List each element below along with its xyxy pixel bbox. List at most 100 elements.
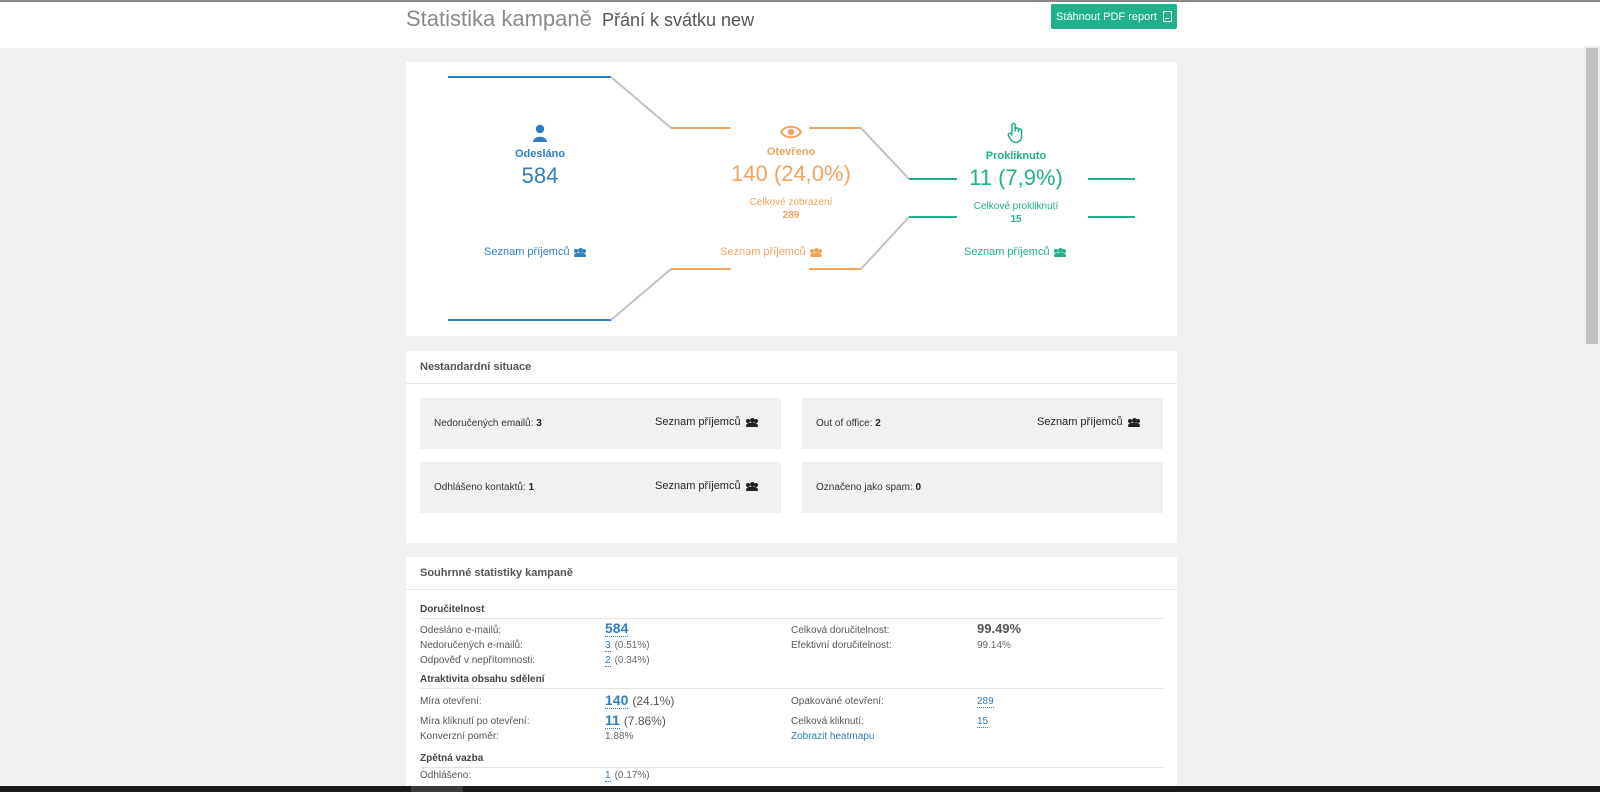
spam-value: 0: [915, 482, 922, 493]
undelivered-box: Nedoručených emailů: 3 Seznam příjemců: [420, 398, 781, 449]
out-of-office-recipients-link[interactable]: Seznam příjemců: [1037, 416, 1140, 428]
horizontal-scrollbar[interactable]: [0, 786, 1600, 792]
summary-title: Souhrnné statistiky kampaně: [406, 557, 1177, 590]
page-header: Statistika kampaně Přání k svátku new St…: [0, 2, 1600, 48]
open-rate-link[interactable]: 140: [605, 692, 629, 709]
sent-recipients-label: Seznam příjemců: [484, 246, 570, 258]
spam-stat: Označeno jako spam: 0: [816, 482, 921, 493]
campaign-name: Přání k svátku new: [602, 10, 755, 30]
unsubscribed-label: Odhlášeno kontaktů:: [434, 482, 526, 493]
funnel-clicked: Prokliknuto 11 (7,9%) Celkové prokliknut…: [936, 122, 1096, 225]
funnel-opened: Otevřeno 140 (24,0%) Celkové zobrazení 2…: [691, 124, 891, 221]
horizontal-scrollbar-thumb[interactable]: [411, 786, 463, 792]
funnel-panel: Odesláno 584 Otevřeno 140 (24,0%) Celkov…: [406, 62, 1177, 336]
users-group-icon: [745, 417, 758, 427]
absence-reply-value: 2 (0.34%): [605, 655, 650, 667]
out-of-office-recipients-label: Seznam příjemců: [1037, 416, 1123, 428]
unsubscribed-stat: Odhlášeno kontaktů: 1: [434, 482, 534, 493]
out-of-office-label: Out of office:: [816, 418, 873, 429]
nonstandard-panel: Nestandardní situace Nedoručených emailů…: [406, 351, 1177, 543]
opened-value: 140 (24,0%): [731, 161, 851, 186]
click-rate-pct: (7.86%): [623, 714, 666, 728]
undelivered-stat: Nedoručených emailů: 3: [434, 418, 542, 429]
undelivered-label: Nedoručených emailů:: [434, 418, 534, 429]
opened-total-value: 289: [782, 210, 800, 221]
open-rate-label: Míra otevření:: [420, 696, 482, 707]
sent-label: Odesláno: [514, 148, 566, 160]
unsubscribed-recipients-link[interactable]: Seznam příjemců: [655, 480, 758, 492]
total-deliverability-value: 99.49%: [977, 621, 1022, 636]
repeated-open-label: Opakované otevření:: [791, 696, 884, 707]
undelivered-emails-value: 3 (0.51%): [605, 640, 650, 652]
pdf-file-icon: [1162, 11, 1172, 22]
unsubscribed-box: Odhlášeno kontaktů: 1 Seznam příjemců: [420, 462, 781, 513]
page-title: Statistika kampaně Přání k svátku new: [406, 6, 754, 32]
clicked-recipients-link[interactable]: Seznam příjemců: [964, 246, 1066, 258]
absence-reply-label: Odpověď v nepřítomnosti:: [420, 655, 536, 666]
conversion-label: Konverzní poměr:: [420, 731, 499, 742]
unsubscribed-value: 1: [528, 482, 535, 493]
click-rate-link[interactable]: 11: [605, 712, 620, 729]
out-of-office-box: Out of office: 2 Seznam příjemců: [802, 398, 1163, 449]
open-rate-pct: (24.1%): [632, 694, 675, 708]
clicked-label: Prokliknuto: [985, 150, 1047, 162]
effective-deliverability-label: Efektivní doručitelnost:: [791, 640, 892, 651]
opened-label: Otevřeno: [766, 146, 816, 158]
clicked-value: 11 (7,9%): [969, 165, 1063, 190]
users-group-icon: [745, 481, 758, 491]
total-clicks-value: 15: [977, 716, 989, 728]
conversion-value: 1.88%: [605, 731, 634, 742]
spam-label: Označeno jako spam:: [816, 482, 913, 493]
funnel-sent: Odesláno 584: [490, 124, 590, 189]
undelivered-emails-pct: (0.51%): [614, 640, 650, 651]
click-rate-label: Míra kliknutí po otevření:: [420, 716, 530, 727]
vertical-scrollbar-thumb[interactable]: [1586, 48, 1598, 344]
undelivered-recipients-link[interactable]: Seznam příjemců: [655, 416, 758, 428]
total-clicks-label: Celková kliknutí:: [791, 716, 864, 727]
opened-total-label: Celkové zobrazení: [749, 197, 833, 208]
sent-value: 584: [521, 163, 559, 188]
sent-emails-label: Odesláno e-mailů:: [420, 625, 502, 636]
download-pdf-button[interactable]: Stáhnout PDF report: [1051, 4, 1177, 29]
user-icon: [533, 124, 547, 142]
eye-icon: [780, 125, 802, 139]
clicked-total-label: Celkové prokliknutí: [973, 201, 1059, 212]
out-of-office-value: 2: [875, 418, 881, 429]
feedback-heading: Zpětná vazba: [420, 753, 1163, 768]
undelivered-emails-label: Nedoručených e-mailů:: [420, 640, 523, 651]
page-title-text: Statistika kampaně: [406, 6, 592, 31]
sent-emails-value: 584: [605, 620, 629, 637]
attractiveness-heading: Atraktivita obsahu sdělení: [420, 674, 1163, 689]
unsubscribed-recipients-label: Seznam příjemců: [655, 480, 741, 492]
unsubscribed-summary-pct: (0.17%): [614, 770, 650, 781]
undelivered-value: 3: [536, 418, 542, 429]
total-deliverability-label: Celková doručitelnost:: [791, 625, 890, 636]
spam-box: Označeno jako spam: 0: [802, 462, 1163, 513]
undelivered-recipients-label: Seznam příjemců: [655, 416, 741, 428]
users-group-icon: [809, 247, 822, 257]
absence-reply-pct: (0.34%): [614, 655, 650, 666]
out-of-office-stat: Out of office: 2: [816, 418, 881, 429]
unsubscribed-summary-value: 1 (0.17%): [605, 770, 650, 782]
opened-recipients-link[interactable]: Seznam příjemců: [720, 246, 822, 258]
pointing-hand-icon: [1007, 122, 1023, 144]
sent-recipients-link[interactable]: Seznam příjemců: [484, 246, 586, 258]
undelivered-emails-link[interactable]: 3: [605, 640, 611, 652]
download-pdf-label: Stáhnout PDF report: [1056, 10, 1157, 23]
click-rate-value: 11 (7.86%): [605, 712, 666, 729]
nonstandard-title: Nestandardní situace: [406, 351, 1177, 384]
effective-deliverability-value: 99.14%: [977, 640, 1011, 651]
unsubscribed-summary-label: Odhlášeno:: [420, 770, 472, 781]
clicked-recipients-label: Seznam příjemců: [964, 246, 1050, 258]
users-group-icon: [573, 247, 586, 257]
unsubscribed-summary-link[interactable]: 1: [605, 770, 611, 782]
open-rate-value: 140 (24.1%): [605, 692, 675, 709]
show-heatmap-link[interactable]: Zobrazit heatmapu: [791, 731, 874, 742]
users-group-icon: [1053, 247, 1066, 257]
absence-reply-link[interactable]: 2: [605, 655, 611, 667]
repeated-open-link[interactable]: 289: [977, 696, 994, 708]
sent-emails-link[interactable]: 584: [605, 620, 629, 637]
deliverability-heading: Doručitelnost: [420, 604, 1163, 619]
clicked-total-value: 15: [1010, 214, 1022, 225]
total-clicks-link[interactable]: 15: [977, 716, 989, 728]
